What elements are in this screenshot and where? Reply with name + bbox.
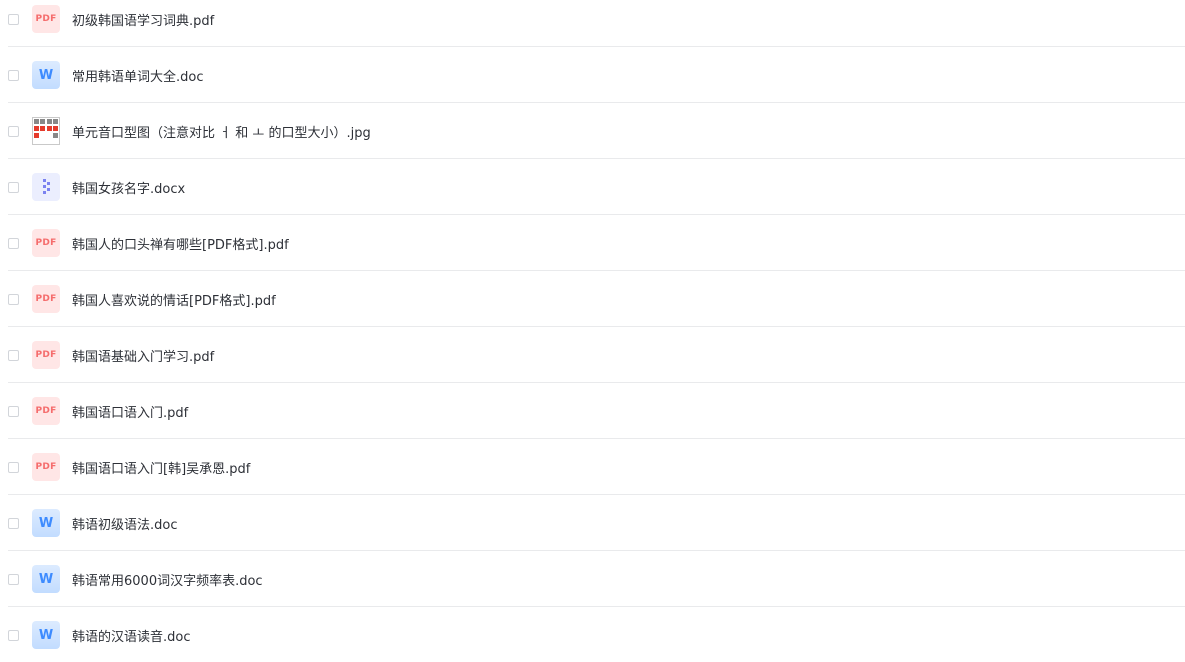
thumbnail-strip xyxy=(34,119,58,125)
file-name[interactable]: 韩国语基础入门学习.pdf xyxy=(72,346,214,365)
file-name[interactable]: 初级韩国语学习词典.pdf xyxy=(72,10,214,29)
file-name[interactable]: 韩国语口语入门[韩]吴承恩.pdf xyxy=(72,458,250,477)
file-name[interactable]: 韩国语口语入门.pdf xyxy=(72,402,188,421)
file-row[interactable]: PDF 韩国人喜欢说的情话[PDF格式].pdf xyxy=(0,271,1185,327)
word-icon: W xyxy=(32,61,60,89)
zipper-glyph xyxy=(43,179,50,194)
row-checkbox[interactable] xyxy=(8,14,19,25)
row-checkbox[interactable] xyxy=(8,406,19,417)
thumbnail-strip xyxy=(34,133,58,139)
row-checkbox[interactable] xyxy=(8,574,19,585)
file-name[interactable]: 韩语的汉语读音.doc xyxy=(72,626,191,645)
icon-label: PDF xyxy=(35,406,57,416)
pdf-icon: PDF xyxy=(32,5,60,33)
icon-label: PDF xyxy=(35,14,57,24)
file-row[interactable]: W 韩语的汉语读音.doc xyxy=(0,607,1185,662)
file-row[interactable]: W 韩语常用6000词汉字频率表.doc xyxy=(0,551,1185,607)
row-checkbox[interactable] xyxy=(8,126,19,137)
thumbnail-strip xyxy=(34,126,58,132)
file-row[interactable]: PDF 韩国语口语入门[韩]吴承恩.pdf xyxy=(0,439,1185,495)
row-checkbox[interactable] xyxy=(8,238,19,249)
icon-label: PDF xyxy=(35,238,57,248)
row-checkbox[interactable] xyxy=(8,294,19,305)
icon-label: W xyxy=(38,67,54,83)
image-thumbnail-icon xyxy=(32,117,60,145)
icon-label: PDF xyxy=(35,294,57,304)
file-row[interactable]: PDF 韩国语口语入门.pdf xyxy=(0,383,1185,439)
file-name[interactable]: 韩国人的口头禅有哪些[PDF格式].pdf xyxy=(72,234,289,253)
word-icon: W xyxy=(32,621,60,649)
word-icon: W xyxy=(32,509,60,537)
file-name[interactable]: 常用韩语单词大全.doc xyxy=(72,66,204,85)
file-row[interactable]: 韩国女孩名字.docx xyxy=(0,159,1185,215)
pdf-icon: PDF xyxy=(32,397,60,425)
icon-label: W xyxy=(38,571,54,587)
file-list: PDF 初级韩国语学习词典.pdf W 常用韩语单词大全.doc 单元音口型图（注意对比… xyxy=(0,0,1185,662)
pdf-icon: PDF xyxy=(32,453,60,481)
icon-label: W xyxy=(38,515,54,531)
file-name[interactable]: 韩国女孩名字.docx xyxy=(72,178,185,197)
file-name[interactable]: 韩语常用6000词汉字频率表.doc xyxy=(72,570,263,589)
file-row[interactable]: W 韩语初级语法.doc xyxy=(0,495,1185,551)
file-row[interactable]: PDF 韩国语基础入门学习.pdf xyxy=(0,327,1185,383)
icon-label: PDF xyxy=(35,350,57,360)
row-checkbox[interactable] xyxy=(8,182,19,193)
row-checkbox[interactable] xyxy=(8,70,19,81)
icon-label: PDF xyxy=(35,462,57,472)
file-name[interactable]: 韩国人喜欢说的情话[PDF格式].pdf xyxy=(72,290,276,309)
icon-label: W xyxy=(38,627,54,643)
row-checkbox[interactable] xyxy=(8,518,19,529)
file-row[interactable]: 单元音口型图（注意对比 ㅓ 和 ㅗ 的口型大小）.jpg xyxy=(0,103,1185,159)
file-row[interactable]: PDF 初级韩国语学习词典.pdf xyxy=(0,0,1185,47)
pdf-icon: PDF xyxy=(32,341,60,369)
pdf-icon: PDF xyxy=(32,229,60,257)
file-name[interactable]: 韩语初级语法.doc xyxy=(72,514,178,533)
file-row[interactable]: W 常用韩语单词大全.doc xyxy=(0,47,1185,103)
docx-icon xyxy=(32,173,60,201)
row-checkbox[interactable] xyxy=(8,462,19,473)
file-name[interactable]: 单元音口型图（注意对比 ㅓ 和 ㅗ 的口型大小）.jpg xyxy=(72,122,371,141)
row-checkbox[interactable] xyxy=(8,350,19,361)
row-checkbox[interactable] xyxy=(8,630,19,641)
pdf-icon: PDF xyxy=(32,285,60,313)
file-row[interactable]: PDF 韩国人的口头禅有哪些[PDF格式].pdf xyxy=(0,215,1185,271)
word-icon: W xyxy=(32,565,60,593)
